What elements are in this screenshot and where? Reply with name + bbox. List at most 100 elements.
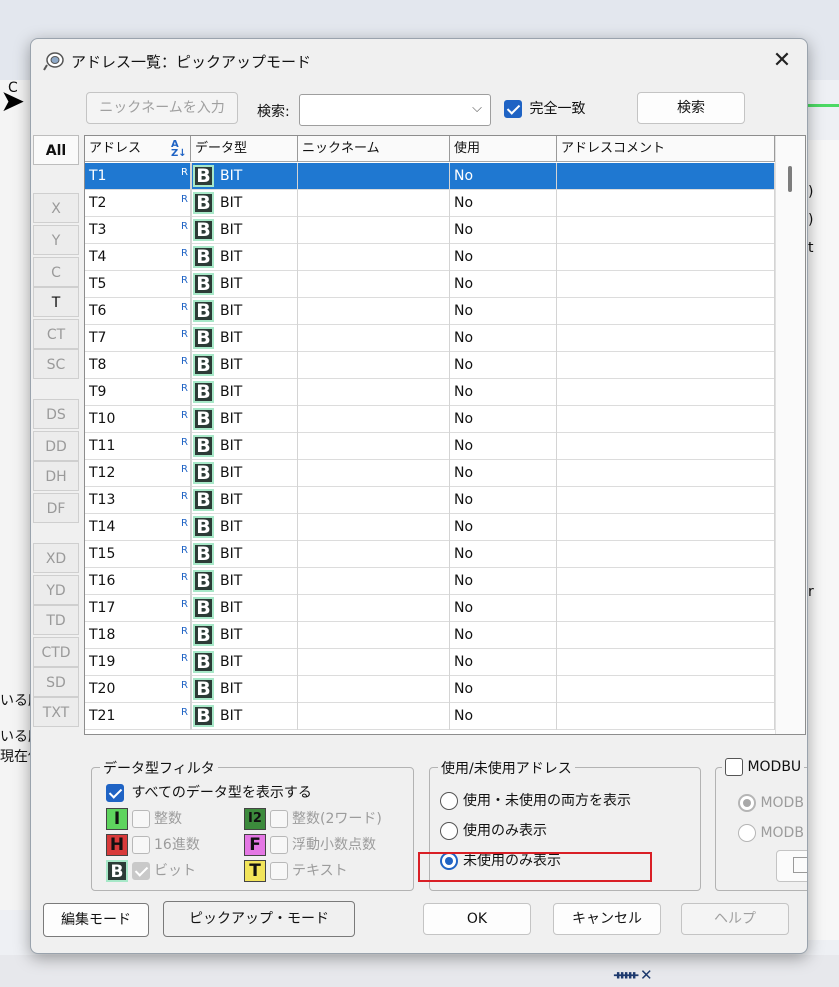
- cell-comment[interactable]: [557, 703, 775, 730]
- cell-comment[interactable]: [557, 217, 775, 244]
- save-icon[interactable]: [776, 850, 807, 882]
- modbus-radio-1-icon[interactable]: [738, 794, 756, 812]
- cell-nickname[interactable]: [298, 352, 450, 379]
- type-filter-item-f[interactable]: F 浮動小数点数: [244, 834, 376, 856]
- modbus-option-1[interactable]: MODB: [738, 794, 804, 812]
- type-filter-check-icon[interactable]: [270, 810, 288, 828]
- type-filter-check-icon[interactable]: [132, 810, 150, 828]
- cell-comment[interactable]: [557, 298, 775, 325]
- cell-comment[interactable]: [557, 244, 775, 271]
- table-row[interactable]: T7 R B BIT No: [85, 325, 775, 352]
- cell-comment[interactable]: [557, 649, 775, 676]
- table-row[interactable]: T14 R B BIT No: [85, 514, 775, 541]
- scrollbar-thumb[interactable]: [788, 166, 792, 192]
- pickup-mode-button[interactable]: ピックアップ・モード: [163, 901, 355, 937]
- type-filter-check-icon[interactable]: [270, 862, 288, 880]
- cell-nickname[interactable]: [298, 379, 450, 406]
- cell-comment[interactable]: [557, 190, 775, 217]
- cell-nickname[interactable]: [298, 703, 450, 730]
- exact-match-check-icon[interactable]: [504, 100, 522, 118]
- type-filter-item-i2[interactable]: I2 整数(2ワード): [244, 808, 382, 830]
- cell-nickname[interactable]: [298, 325, 450, 352]
- show-all-check-icon[interactable]: [106, 784, 124, 802]
- cell-nickname[interactable]: [298, 298, 450, 325]
- tab-sd[interactable]: SD: [33, 667, 79, 697]
- cell-nickname[interactable]: [298, 514, 450, 541]
- cell-comment[interactable]: [557, 352, 775, 379]
- usage-option-1[interactable]: 使用・未使用の両方を表示: [440, 790, 631, 810]
- search-button[interactable]: 検索: [637, 92, 745, 124]
- vertical-scrollbar[interactable]: [775, 136, 805, 734]
- table-row[interactable]: T13 R B BIT No: [85, 487, 775, 514]
- type-filter-check-icon[interactable]: [132, 836, 150, 854]
- cell-comment[interactable]: [557, 568, 775, 595]
- cell-nickname[interactable]: [298, 595, 450, 622]
- cell-comment[interactable]: [557, 460, 775, 487]
- cell-comment[interactable]: [557, 487, 775, 514]
- tab-x[interactable]: X: [33, 193, 79, 223]
- usage-option-2[interactable]: 使用のみ表示: [440, 820, 547, 840]
- tab-txt[interactable]: TXT: [33, 697, 79, 727]
- table-row[interactable]: T12 R B BIT No: [85, 460, 775, 487]
- tab-c[interactable]: C: [33, 257, 79, 287]
- tab-yd[interactable]: YD: [33, 575, 79, 605]
- cell-nickname[interactable]: [298, 568, 450, 595]
- show-all-types-checkbox[interactable]: すべてのデータ型を表示する: [106, 782, 312, 802]
- table-row[interactable]: T11 R B BIT No: [85, 433, 775, 460]
- tab-df[interactable]: DF: [33, 493, 79, 523]
- cell-comment[interactable]: [557, 433, 775, 460]
- cell-nickname[interactable]: [298, 163, 450, 190]
- tab-y[interactable]: Y: [33, 225, 79, 255]
- table-row[interactable]: T5 R B BIT No: [85, 271, 775, 298]
- cell-comment[interactable]: [557, 406, 775, 433]
- modbus-option-2[interactable]: MODB: [738, 824, 804, 842]
- search-combobox[interactable]: ⌵: [299, 94, 491, 126]
- cell-nickname[interactable]: [298, 190, 450, 217]
- tab-all[interactable]: All: [33, 135, 79, 165]
- type-filter-item-b[interactable]: B ビット: [106, 860, 196, 882]
- type-filter-check-icon[interactable]: [132, 862, 150, 880]
- table-row[interactable]: T16 R B BIT No: [85, 568, 775, 595]
- cancel-button[interactable]: キャンセル: [553, 903, 661, 935]
- tab-ctd[interactable]: CTD: [33, 637, 79, 667]
- cell-nickname[interactable]: [298, 676, 450, 703]
- address-table[interactable]: アドレス A Z↓ データ型 ニックネーム 使用 アドレスコメント T1 R B BIT N…: [84, 135, 806, 735]
- column-header-used[interactable]: 使用: [450, 136, 557, 162]
- help-button[interactable]: ヘルプ: [681, 903, 789, 935]
- cell-comment[interactable]: [557, 541, 775, 568]
- nickname-input-button[interactable]: ニックネームを入力: [86, 92, 238, 124]
- tab-td[interactable]: TD: [33, 605, 79, 635]
- tab-dd[interactable]: DD: [33, 431, 79, 461]
- usage-radio-icon[interactable]: [440, 792, 458, 810]
- edit-mode-button[interactable]: 編集モード: [43, 903, 149, 937]
- cell-comment[interactable]: [557, 163, 775, 190]
- cell-comment[interactable]: [557, 595, 775, 622]
- ok-button[interactable]: OK: [423, 903, 531, 935]
- cell-comment[interactable]: [557, 271, 775, 298]
- tab-sc[interactable]: SC: [33, 349, 79, 379]
- tab-xd[interactable]: XD: [33, 543, 79, 573]
- cell-comment[interactable]: [557, 325, 775, 352]
- table-row[interactable]: T18 R B BIT No: [85, 622, 775, 649]
- close-button[interactable]: ✕: [767, 47, 797, 75]
- tab-ct[interactable]: CT: [33, 319, 79, 349]
- table-row[interactable]: T21 R B BIT No: [85, 703, 775, 730]
- table-row[interactable]: T8 R B BIT No: [85, 352, 775, 379]
- tab-t[interactable]: T: [33, 287, 79, 317]
- cell-nickname[interactable]: [298, 487, 450, 514]
- cell-nickname[interactable]: [298, 649, 450, 676]
- cell-nickname[interactable]: [298, 406, 450, 433]
- chevron-down-icon[interactable]: ⌵: [472, 101, 482, 116]
- table-row[interactable]: T3 R B BIT No: [85, 217, 775, 244]
- type-filter-item-h[interactable]: H 16進数: [106, 834, 200, 856]
- cell-nickname[interactable]: [298, 622, 450, 649]
- cell-nickname[interactable]: [298, 433, 450, 460]
- cell-comment[interactable]: [557, 676, 775, 703]
- table-row[interactable]: T10 R B BIT No: [85, 406, 775, 433]
- type-filter-item-t[interactable]: T テキスト: [244, 860, 348, 882]
- type-filter-item-i[interactable]: I 整数: [106, 808, 182, 830]
- cell-nickname[interactable]: [298, 271, 450, 298]
- column-header-nickname[interactable]: ニックネーム: [298, 136, 450, 162]
- tab-ds[interactable]: DS: [33, 399, 79, 429]
- table-row[interactable]: T19 R B BIT No: [85, 649, 775, 676]
